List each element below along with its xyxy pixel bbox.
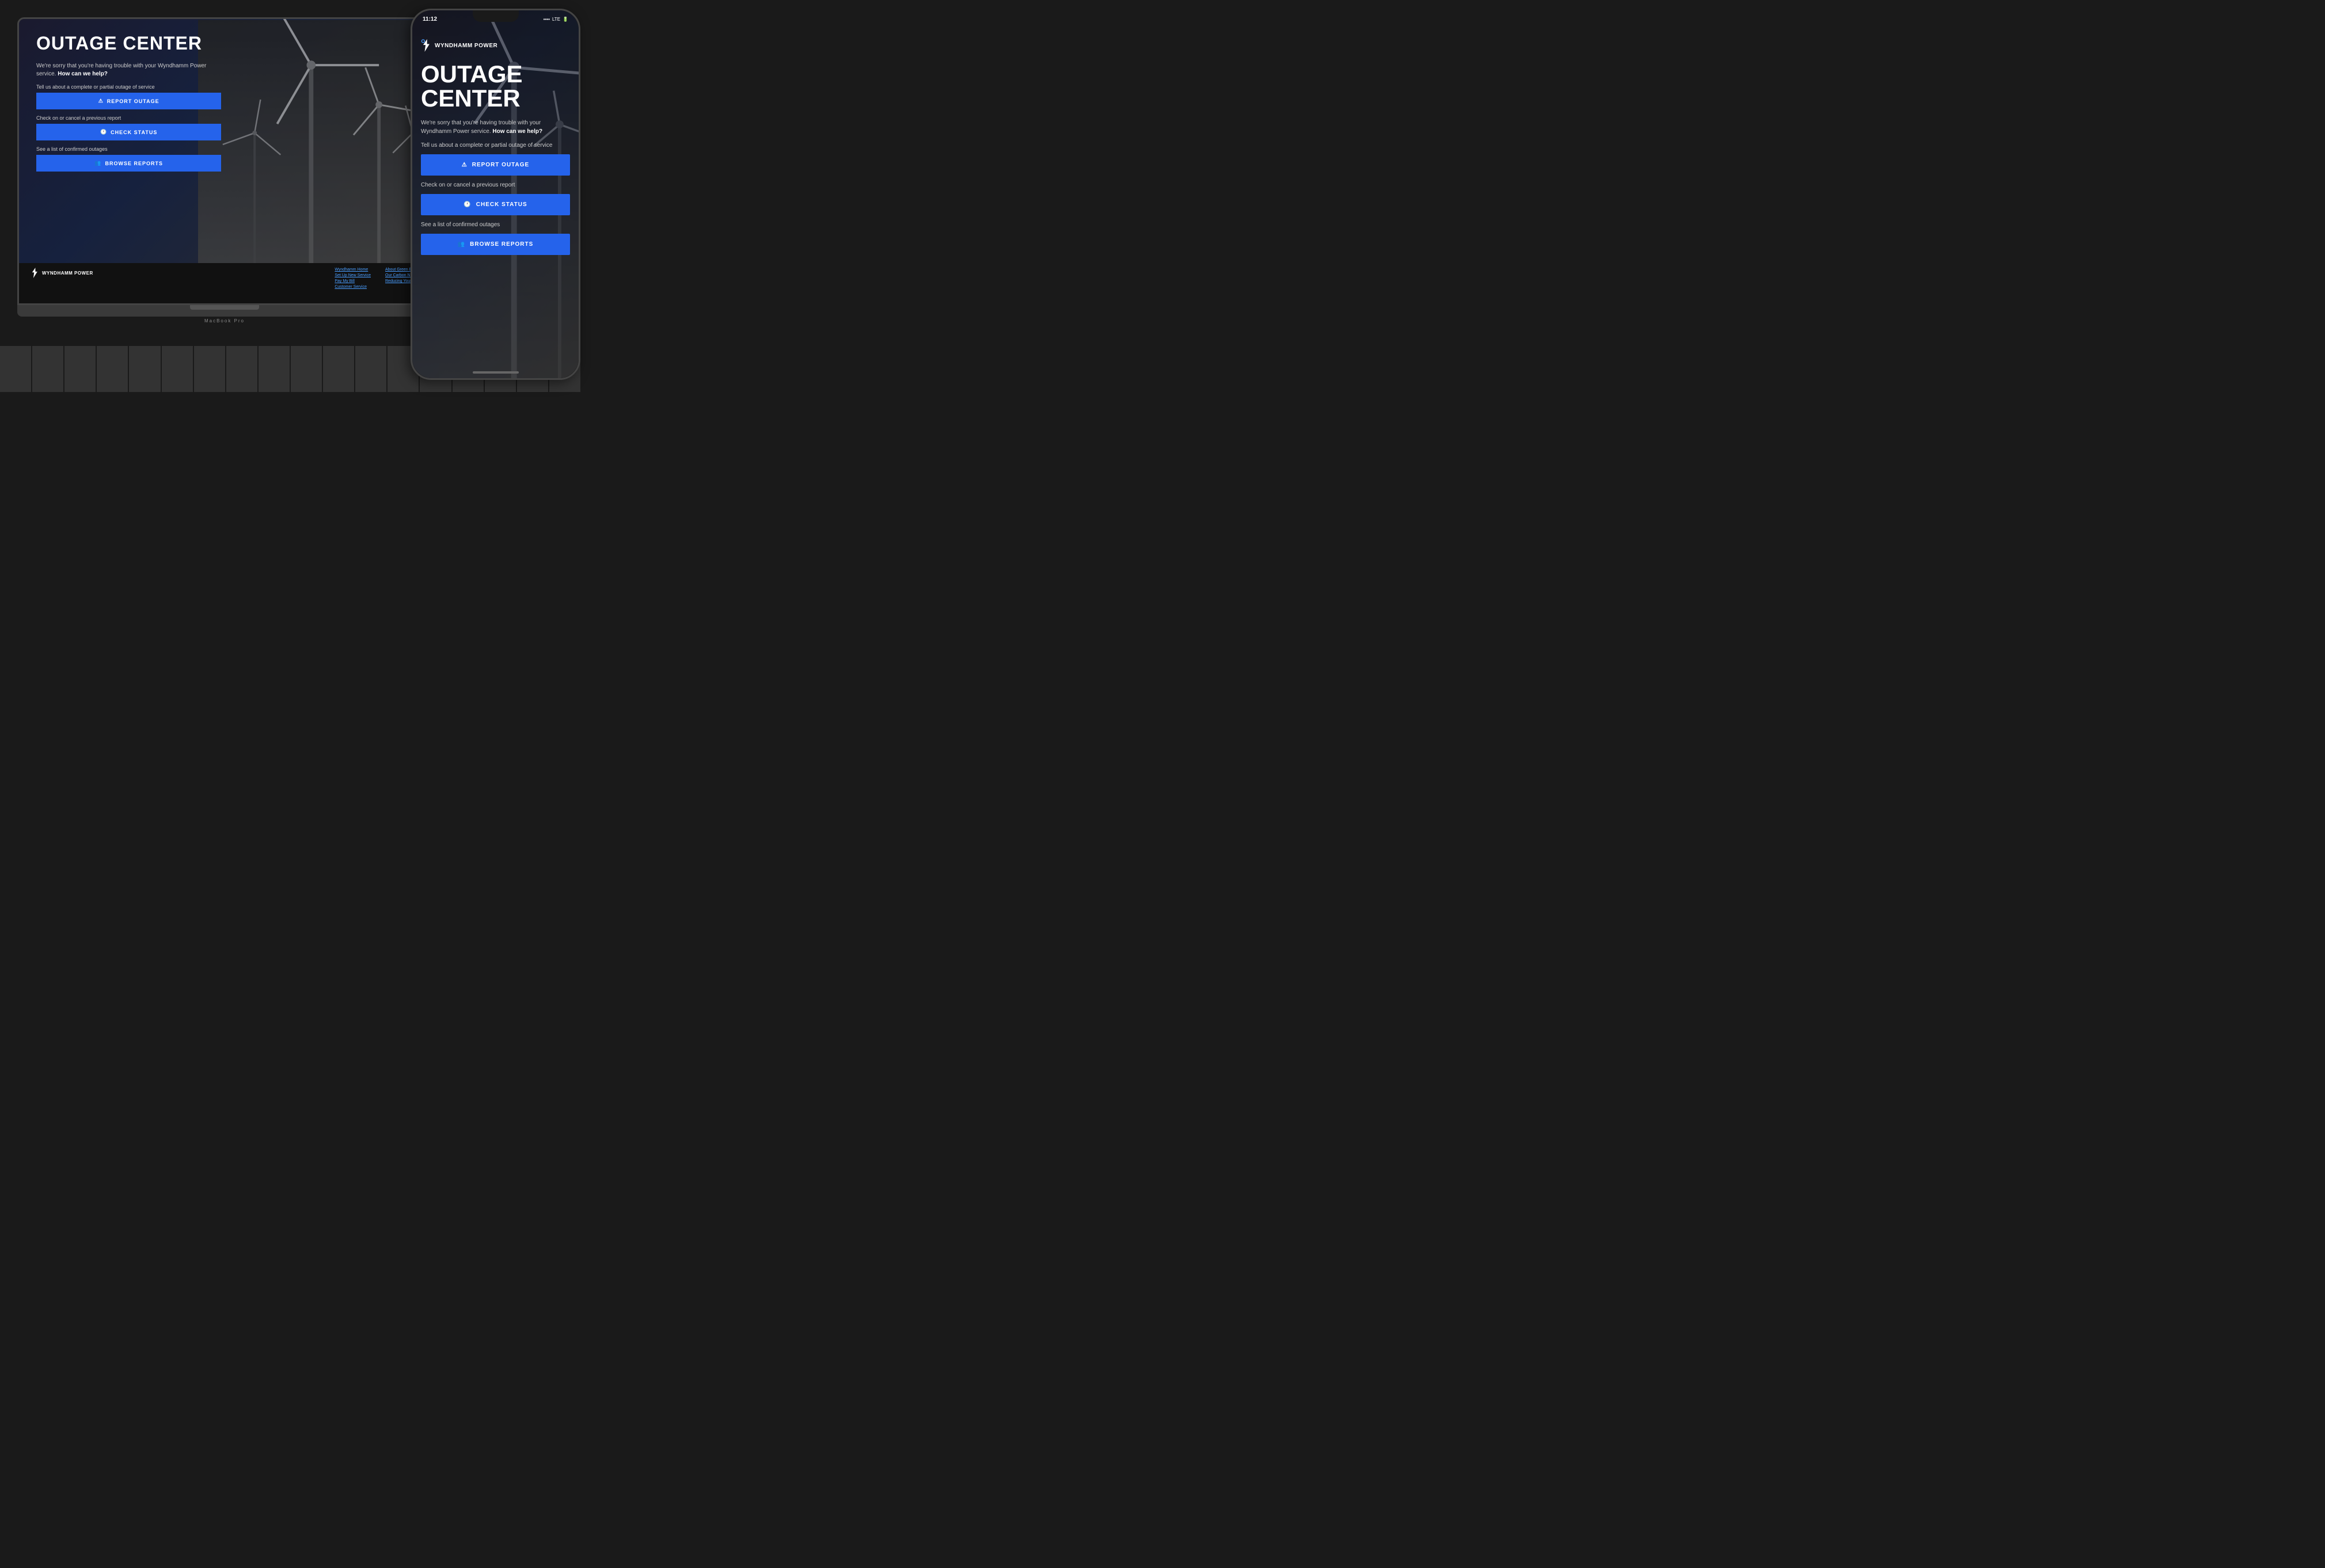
laptop-screen: OUTAGE CENTER We're sorry that you're ha… xyxy=(17,17,432,305)
phone-mockup: 11:12 ▪▪▪▪ LTE 🔋 WYNDHAMM POWER OUTAGE C… xyxy=(411,9,580,380)
phone-brand: WYNDHAMM POWER xyxy=(421,39,570,52)
phone-title-line1: OUTAGE xyxy=(421,62,570,86)
phone-status-btn-label: CHECK STATUS xyxy=(476,201,527,208)
phone-screen: 11:12 ▪▪▪▪ LTE 🔋 WYNDHAMM POWER OUTAGE C… xyxy=(412,10,579,378)
footer-col-1: Wyndhamm Home Set Up New Service Pay My … xyxy=(335,268,371,289)
footer-link-bill[interactable]: Pay My Bill xyxy=(335,279,371,283)
phone-group-icon: 👥 xyxy=(458,241,465,248)
laptop-status-button[interactable]: 🕐 CHECK STATUS xyxy=(36,124,221,140)
laptop-screen-inner: OUTAGE CENTER We're sorry that you're ha… xyxy=(19,19,430,303)
battery-icon: 🔋 xyxy=(563,17,568,22)
signal-icon: ▪▪▪▪ xyxy=(544,17,550,22)
phone-browse-label: See a list of confirmed outages xyxy=(421,221,570,229)
phone-content[interactable]: WYNDHAMM POWER OUTAGE CENTER We're sorry… xyxy=(412,31,579,378)
footer-links: Wyndhamm Home Set Up New Service Pay My … xyxy=(335,268,419,289)
macbook-label: MacBook Pro xyxy=(17,318,432,324)
laptop-page-title: OUTAGE CENTER xyxy=(36,33,221,54)
phone-status-icons: ▪▪▪▪ LTE 🔋 xyxy=(544,17,568,22)
laptop-browse-label: See a list of confirmed outages xyxy=(36,146,221,152)
phone-warning-icon: ⚠ xyxy=(462,162,468,168)
clock-icon: 🕐 xyxy=(100,129,107,135)
laptop-base xyxy=(17,305,432,317)
phone-subtitle-bold: How can we help? xyxy=(492,128,542,135)
footer-brand-name: WYNDHAMM POWER xyxy=(42,271,93,276)
laptop-status-btn-label: CHECK STATUS xyxy=(111,130,157,135)
laptop-content: OUTAGE CENTER We're sorry that you're ha… xyxy=(36,33,221,176)
laptop-report-label: Tell us about a complete or partial outa… xyxy=(36,84,221,90)
footer-link-home[interactable]: Wyndhamm Home xyxy=(335,268,371,272)
laptop-status-label: Check on or cancel a previous report xyxy=(36,115,221,121)
phone-notch xyxy=(473,10,519,22)
phone-browse-btn-label: BROWSE REPORTS xyxy=(470,241,533,248)
laptop-mockup: OUTAGE CENTER We're sorry that you're ha… xyxy=(17,17,432,363)
turbine-background xyxy=(198,19,424,303)
laptop-browse-button[interactable]: 👥 BROWSE REPORTS xyxy=(36,155,221,172)
phone-home-indicator xyxy=(473,371,519,374)
phone-time: 11:12 xyxy=(423,16,437,22)
phone-status-button[interactable]: 🕐 CHECK STATUS xyxy=(421,194,570,215)
phone-page-title: OUTAGE CENTER xyxy=(421,62,570,111)
laptop-footer: WYNDHAMM POWER Wyndhamm Home Set Up New … xyxy=(19,263,430,303)
laptop-subtitle: We're sorry that you're having trouble w… xyxy=(36,62,221,78)
footer-link-customer[interactable]: Customer Service xyxy=(335,285,371,289)
phone-brand-icon xyxy=(421,39,431,52)
footer-brand-icon xyxy=(31,268,39,278)
phone-status-label: Check on or cancel a previous report xyxy=(421,181,570,189)
laptop-report-button[interactable]: ⚠ REPORT OUTAGE xyxy=(36,93,221,109)
laptop-subtitle-bold: How can we help? xyxy=(58,71,108,77)
warning-icon: ⚠ xyxy=(98,98,104,104)
laptop-browse-btn-label: BROWSE REPORTS xyxy=(105,161,164,166)
laptop-notch xyxy=(190,305,259,310)
footer-brand: WYNDHAMM POWER xyxy=(31,268,93,278)
phone-report-button[interactable]: ⚠ REPORT OUTAGE xyxy=(421,154,570,176)
phone-report-label: Tell us about a complete or partial outa… xyxy=(421,142,570,150)
laptop-report-btn-label: REPORT OUTAGE xyxy=(107,98,159,104)
phone-brand-name: WYNDHAMM POWER xyxy=(435,43,497,49)
phone-subtitle: We're sorry that you're having trouble w… xyxy=(421,119,570,136)
footer-link-service[interactable]: Set Up New Service xyxy=(335,273,371,277)
phone-title-line2: CENTER xyxy=(421,86,570,111)
phone-browse-button[interactable]: 👥 BROWSE REPORTS xyxy=(421,234,570,255)
phone-report-btn-label: REPORT OUTAGE xyxy=(472,162,529,168)
phone-clock-icon: 🕐 xyxy=(464,201,471,208)
network-indicator: LTE xyxy=(552,17,560,22)
group-icon: 👥 xyxy=(94,160,101,166)
